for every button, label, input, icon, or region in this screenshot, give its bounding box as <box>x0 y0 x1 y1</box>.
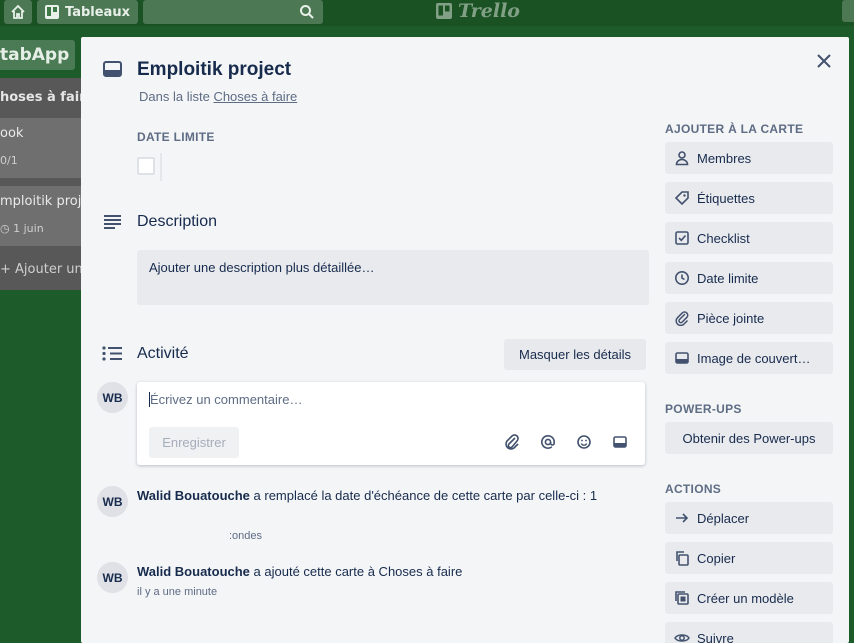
labels-label: Étiquettes <box>697 190 755 206</box>
copy-icon <box>676 551 689 566</box>
save-comment-button[interactable]: Enregistrer <box>149 427 239 458</box>
checkbox-icon <box>675 231 689 245</box>
logo-text: Trello <box>458 0 520 22</box>
labels-button[interactable]: Étiquettes <box>665 182 833 214</box>
avatar[interactable]: WB <box>97 486 128 517</box>
list-link[interactable]: Choses à faire <box>213 89 297 104</box>
template-icon <box>675 591 689 605</box>
activity-user[interactable]: Walid Bouatouche <box>137 488 250 503</box>
members-label: Membres <box>697 150 752 166</box>
comment-input[interactable]: Écrivez un commentaire… <box>149 392 302 407</box>
card-icon[interactable] <box>611 433 629 451</box>
avatar[interactable]: WB <box>97 382 128 413</box>
search-input[interactable] <box>143 0 323 24</box>
checklist-button[interactable]: Checklist <box>665 222 833 254</box>
checklist-badge: 0/1 <box>0 154 18 167</box>
due-date-label: Date limite <box>697 270 759 286</box>
paperclip-icon <box>675 311 689 326</box>
activity-text: a remplacé la date d'échéance de cette c… <box>253 488 598 503</box>
activity-text: a ajouté cette carte à Choses à faire <box>253 564 463 579</box>
list-card-title: mploitik projec <box>0 194 86 209</box>
home-icon <box>11 4 25 19</box>
trello-logo[interactable]: Trello <box>436 0 520 22</box>
activity-heading: Activité <box>137 345 189 362</box>
card-icon <box>103 61 122 77</box>
activity-time[interactable]: :ondes <box>229 530 262 542</box>
close-button[interactable] <box>813 50 835 72</box>
paperclip-icon[interactable] <box>503 433 521 451</box>
activity-entry: Walid Bouatouche a ajouté cette carte à … <box>137 564 462 579</box>
mention-icon[interactable] <box>539 433 557 451</box>
activity-entry: Walid Bouatouche a remplacé la date d'éc… <box>137 488 597 503</box>
copy-button[interactable]: Copier <box>665 542 833 574</box>
eye-icon <box>674 634 690 642</box>
due-date-button[interactable] <box>160 153 162 181</box>
card-title[interactable]: Emploitik project <box>137 59 291 81</box>
header-right-button[interactable] <box>842 0 854 22</box>
home-button[interactable] <box>4 0 32 24</box>
avatar[interactable]: WB <box>97 562 128 593</box>
watch-label: Suivre <box>697 630 734 643</box>
get-powerups-label: Obtenir des Power-ups <box>682 430 816 446</box>
trello-logo-icon <box>436 3 452 19</box>
comment-box: Écrivez un commentaire… Enregistrer <box>137 382 645 465</box>
top-header: Tableaux Trello <box>0 0 854 26</box>
activity-icon <box>102 346 123 361</box>
in-list-prefix: Dans la liste <box>139 89 210 104</box>
cover-image-label: Image de couvert… <box>697 350 811 366</box>
get-powerups-button[interactable]: Obtenir des Power-ups <box>665 422 833 454</box>
copy-label: Copier <box>697 550 736 566</box>
due-date-badge: ◷ 1 juin <box>0 222 44 235</box>
attachment-button[interactable]: Pièce jointe <box>665 302 833 334</box>
checklist-badge-text: 0/1 <box>0 154 18 167</box>
card-cover-icon <box>675 352 689 364</box>
add-card-label: Ajouter une <box>15 262 86 277</box>
close-icon <box>817 54 831 68</box>
boards-button[interactable]: Tableaux <box>37 0 138 24</box>
board-name[interactable]: tabApp <box>0 40 76 70</box>
emoji-icon[interactable] <box>575 433 593 451</box>
add-card-button[interactable]: + Ajouter une <box>0 262 86 277</box>
search-icon <box>300 5 314 19</box>
list-title[interactable]: hoses à faire <box>0 90 86 105</box>
card-detail-modal: Emploitik project Dans la liste Choses à… <box>81 37 849 643</box>
actions-heading: ACTIONS <box>665 482 722 496</box>
due-date-button[interactable]: Date limite <box>665 262 833 294</box>
create-template-label: Créer un modèle <box>697 590 794 606</box>
due-date-label: DATE LIMITE <box>137 130 215 144</box>
activity-user[interactable]: Walid Bouatouche <box>137 564 250 579</box>
description-icon <box>103 215 122 229</box>
boards-icon <box>45 5 59 19</box>
powerups-heading: POWER-UPS <box>665 402 742 416</box>
description-field[interactable]: Ajouter une description plus détaillée… <box>137 250 649 305</box>
watch-button[interactable]: Suivre <box>665 622 833 643</box>
attachment-label: Pièce jointe <box>697 310 765 326</box>
move-label: Déplacer <box>697 510 750 526</box>
due-date-checkbox[interactable] <box>137 157 155 175</box>
add-to-card-heading: AJOUTER À LA CARTE <box>665 122 804 136</box>
tag-icon <box>674 191 689 206</box>
members-button[interactable]: Membres <box>665 142 833 174</box>
person-icon <box>675 151 689 166</box>
list-card-title: ook <box>0 126 24 141</box>
description-heading: Description <box>137 213 218 230</box>
create-template-button[interactable]: Créer un modèle <box>665 582 833 614</box>
activity-time[interactable]: il y a une minute <box>137 586 217 598</box>
boards-label: Tableaux <box>65 4 130 20</box>
move-button[interactable]: Déplacer <box>665 502 833 534</box>
cover-image-button[interactable]: Image de couvert… <box>665 342 833 374</box>
arrow-right-icon <box>676 513 689 523</box>
hide-details-button[interactable]: Masquer les détails <box>504 339 646 370</box>
clock-icon <box>675 271 689 285</box>
list-card[interactable]: ook 0/1 <box>0 118 86 178</box>
checklist-label: Checklist <box>697 230 750 246</box>
card-list-info: Dans la liste Choses à faire <box>139 89 297 104</box>
list-card[interactable]: mploitik projec ◷ 1 juin <box>0 186 86 246</box>
clock-icon: ◷ <box>0 222 14 235</box>
background-list: hoses à faire ook 0/1 mploitik projec ◷ … <box>0 78 86 290</box>
due-date-badge-text: 1 juin <box>13 222 44 235</box>
